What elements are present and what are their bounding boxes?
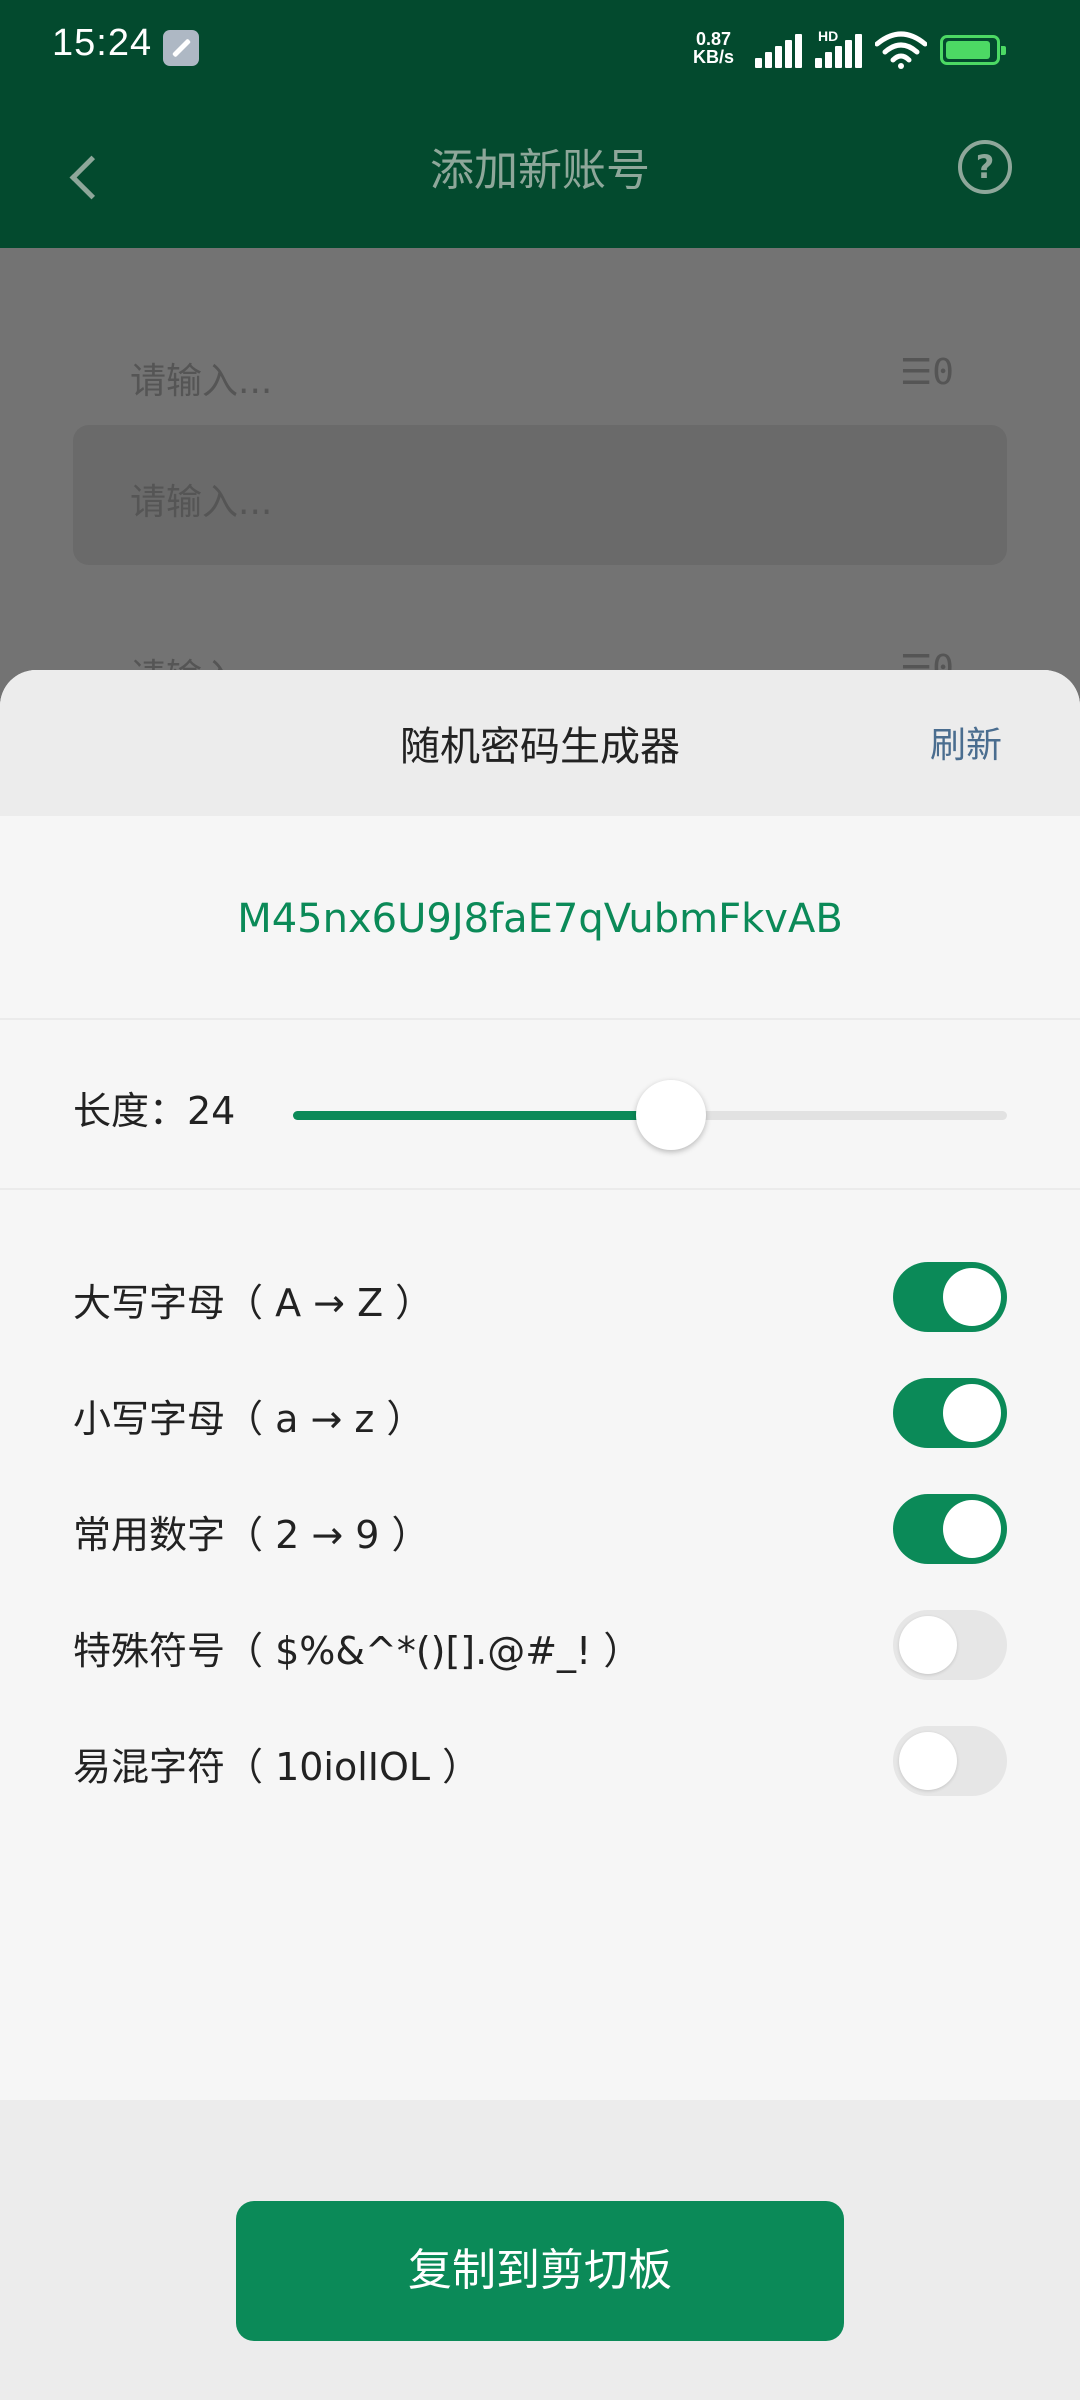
copy-to-clipboard-button[interactable]: 复制到剪切板 [236,2201,844,2341]
form-input: 请输入... [73,425,1007,565]
option-uppercase: 大写字母（ A → Z ） [73,1258,1007,1338]
option-label: 特殊符号（ $%&^*()[].@#_! ） [73,1629,642,1673]
app-bar: 添加新账号 ? [0,100,1080,248]
page-title: 添加新账号 [430,145,650,196]
network-speed-value: 0.87 [695,29,732,49]
status-time: 15:24 [52,22,153,64]
option-ambiguous: 易混字符（ 10iolIOL ） [73,1722,1007,1802]
slider-thumb[interactable] [636,1080,707,1150]
toggle-digits[interactable] [893,1494,1007,1564]
toggle-uppercase[interactable] [893,1262,1007,1332]
signal-icon-2 [815,34,863,68]
generated-password: M45nx6U9J8faE7qVubmFkvAB [237,896,843,942]
battery-icon [940,35,1006,65]
option-label: 大写字母（ A → Z ） [73,1281,434,1325]
form-field-placeholder: 请输入... [130,361,273,402]
wrench-icon [163,30,199,66]
sheet-title: 随机密码生成器 [400,724,680,770]
toggle-symbols[interactable] [893,1610,1007,1680]
option-lowercase: 小写字母（ a → z ） [73,1374,1007,1454]
divider [0,1188,1080,1190]
network-speed: 0.87 KB/s [693,30,734,66]
length-slider[interactable] [293,1080,1007,1150]
option-label: 易混字符（ 10iolIOL ） [73,1745,481,1789]
form-input-placeholder: 请输入... [130,482,273,523]
signal-icon [755,34,803,68]
option-label: 小写字母（ a → z ） [73,1397,425,1441]
length-label: 长度：24 [73,1089,236,1133]
divider [0,1018,1080,1020]
toggle-lowercase[interactable] [893,1378,1007,1448]
sheet-header: 随机密码生成器 刷新 [0,670,1080,816]
status-bar: 15:24 0.87 KB/s HD [0,0,1080,100]
refresh-button[interactable]: 刷新 [930,716,1002,768]
list-icon: ☰0 [900,352,954,393]
option-digits: 常用数字（ 2 → 9 ） [73,1490,1007,1570]
option-symbols: 特殊符号（ $%&^*()[].@#_! ） [73,1606,1007,1686]
slider-fill [293,1111,672,1120]
sheet-footer: 复制到剪切板 [0,2100,1080,2400]
option-label: 常用数字（ 2 → 9 ） [73,1513,430,1557]
wifi-icon [875,31,927,69]
password-generator-sheet: 随机密码生成器 刷新 M45nx6U9J8faE7qVubmFkvAB 长度：2… [0,670,1080,2400]
network-speed-unit: KB/s [693,47,735,67]
help-icon[interactable]: ? [958,140,1012,194]
toggle-ambiguous[interactable] [893,1726,1007,1796]
